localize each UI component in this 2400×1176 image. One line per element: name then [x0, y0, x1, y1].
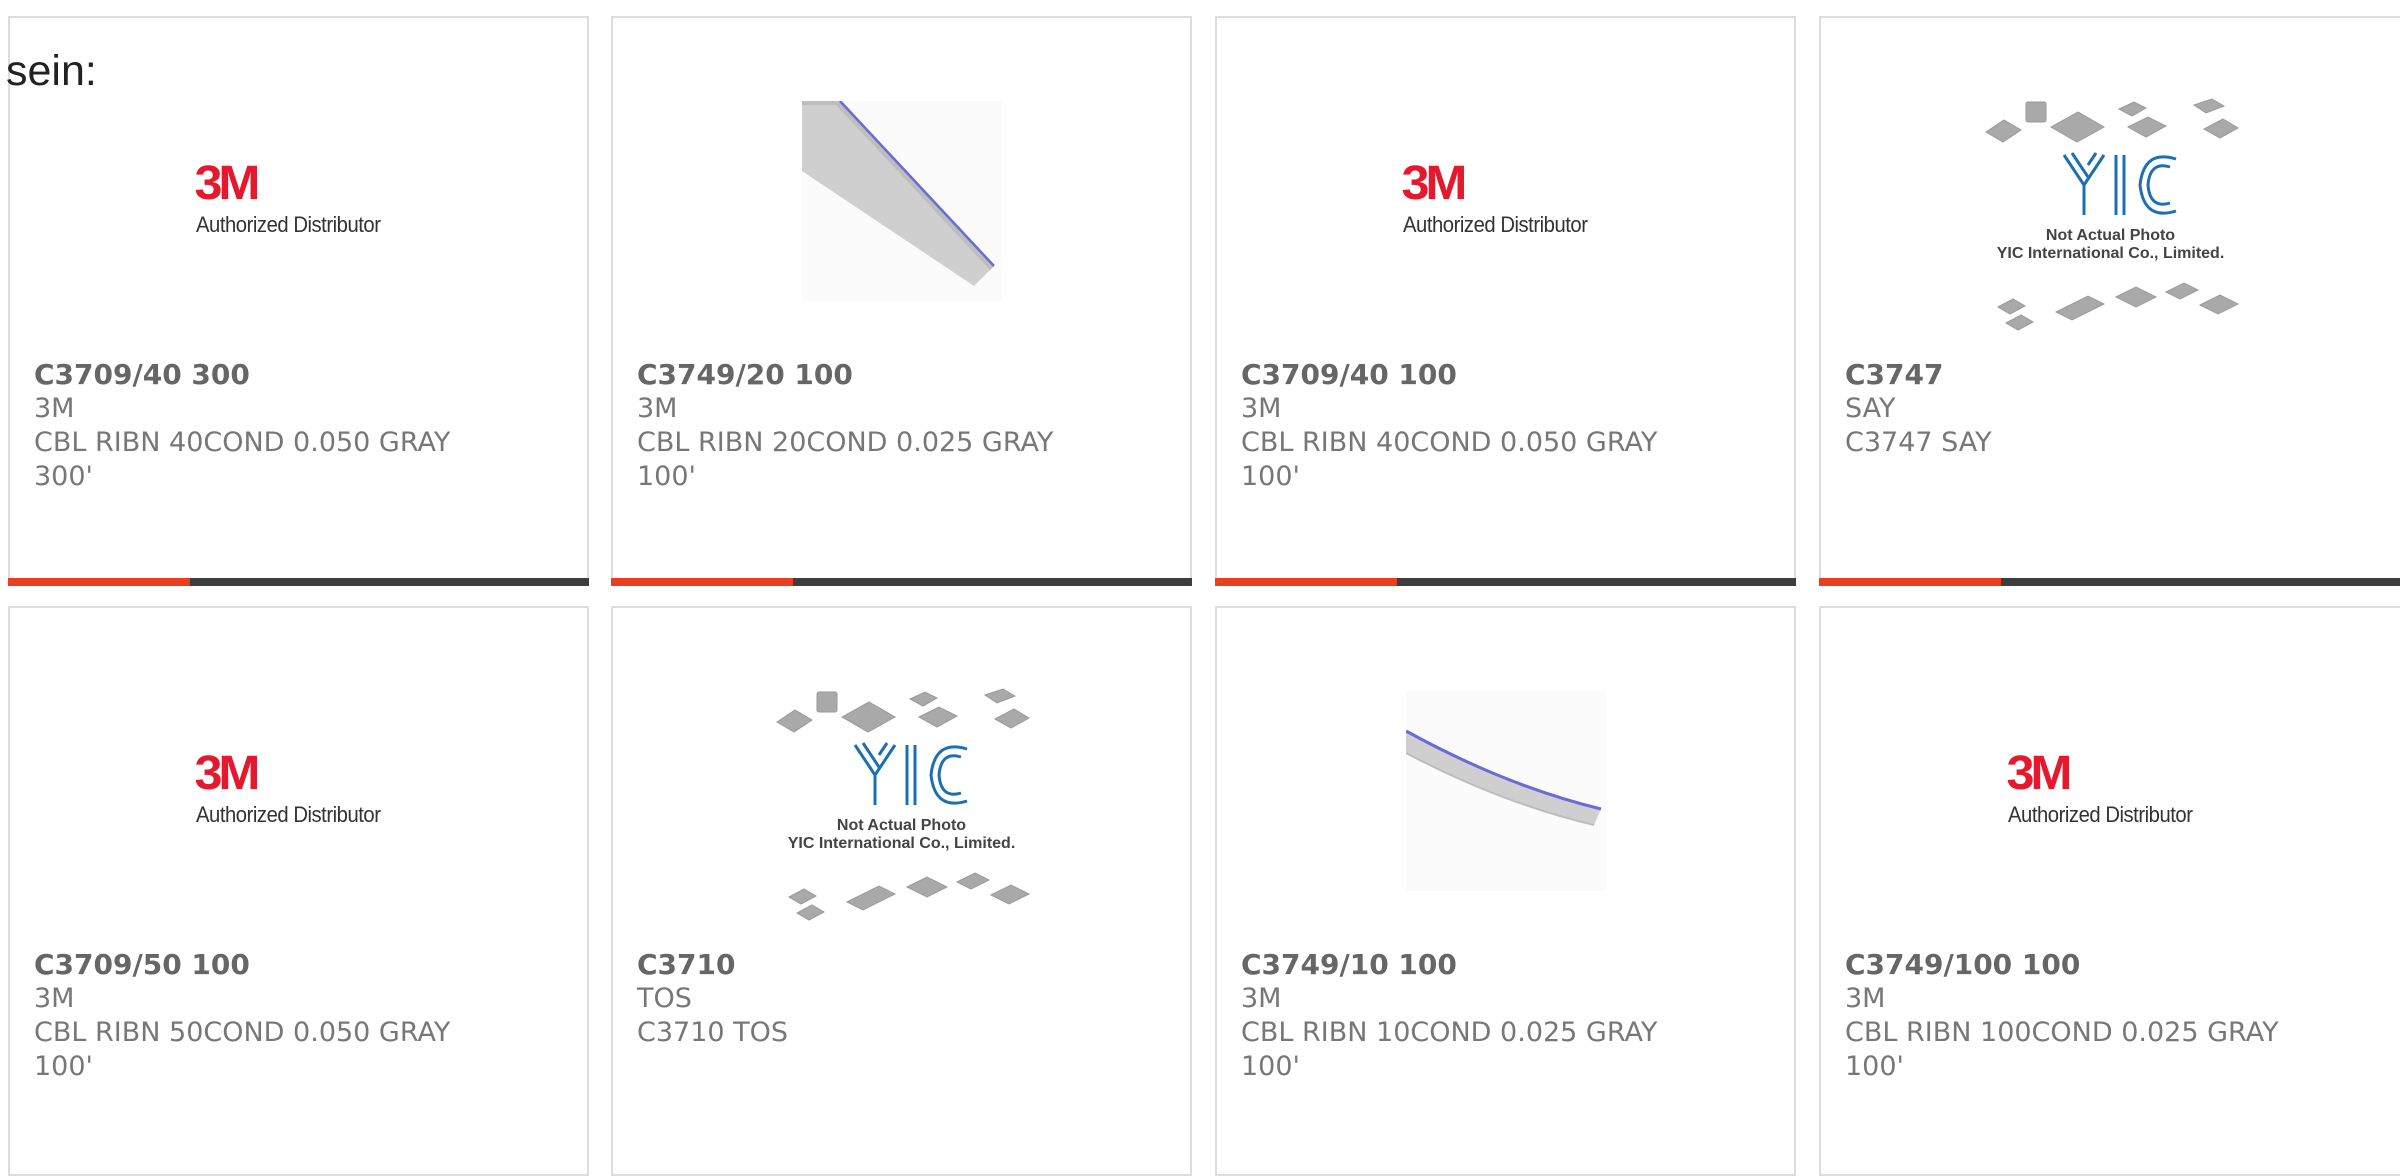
part-number-link[interactable]: C3710	[637, 948, 1174, 982]
card-accent-bar	[8, 578, 190, 586]
not-actual-photo-placeholder: Not Actual Photo YIC International Co., …	[767, 687, 1037, 927]
3m-logo-mark: 3M	[194, 157, 260, 210]
description: C3747 SAY	[1845, 427, 1992, 458]
manufacturer: 3M	[34, 393, 75, 424]
placeholder-line1: Not Actual Photo	[836, 817, 967, 834]
description: CBL RIBN 50COND 0.050 GRAY	[34, 1017, 451, 1048]
product-card[interactable]: 3M Authorized Distributor C3709/50 100 3…	[8, 606, 589, 1176]
product-image[interactable]	[613, 86, 1190, 316]
description: CBL RIBN 20COND 0.025 GRAY	[637, 427, 1054, 458]
part-number-link[interactable]: C3709/40 300	[34, 358, 571, 392]
product-meta: C3710 TOS C3710 TOS	[637, 948, 1174, 1050]
product-image[interactable]: Not Actual Photo YIC International Co., …	[613, 688, 1190, 922]
card-accent-bar	[1215, 578, 1397, 586]
card-accent-bar	[611, 578, 793, 586]
part-number-link[interactable]: C3749/20 100	[637, 358, 1174, 392]
product-image[interactable]: 3M Authorized Distributor	[1217, 88, 1794, 318]
product-meta: C3709/40 100 3M CBL RIBN 40COND 0.050 GR…	[1241, 358, 1778, 494]
part-number-link[interactable]: C3747	[1845, 358, 2384, 392]
description: CBL RIBN 10COND 0.025 GRAY	[1241, 1017, 1658, 1048]
part-number-link[interactable]: C3709/40 100	[1241, 358, 1778, 392]
3m-logo: 3M Authorized Distributor	[2006, 748, 2216, 838]
product-meta: C3749/10 100 3M CBL RIBN 10COND 0.025 GR…	[1241, 948, 1778, 1084]
ribbon-cable-image	[801, 101, 1002, 301]
part-number-link[interactable]: C3749/10 100	[1241, 948, 1778, 982]
product-card[interactable]: 3M Authorized Distributor C3709/40 100 3…	[1215, 16, 1796, 586]
product-card[interactable]: C3749/10 100 3M CBL RIBN 10COND 0.025 GR…	[1215, 606, 1796, 1176]
description-length: 100'	[1845, 1051, 1904, 1082]
manufacturer: TOS	[637, 983, 692, 1014]
description-length: 100'	[1241, 1051, 1300, 1082]
not-actual-photo-placeholder: Not Actual Photo YIC International Co., …	[1976, 97, 2246, 337]
manufacturer: 3M	[34, 983, 75, 1014]
description-length: 100'	[34, 1051, 93, 1082]
manufacturer: 3M	[1241, 983, 1282, 1014]
part-number-link[interactable]: C3749/100 100	[1845, 948, 2384, 982]
product-grid: 3M Authorized Distributor C3709/40 300 3…	[0, 0, 2400, 1176]
card-footer-bar	[1819, 578, 2400, 586]
card-footer-bar	[1215, 578, 1796, 586]
card-accent-bar	[1819, 578, 2001, 586]
3m-logo-mark: 3M	[2006, 747, 2072, 800]
3m-logo: 3M Authorized Distributor	[194, 748, 404, 838]
description-length: 100'	[637, 461, 696, 492]
product-card[interactable]: 3M Authorized Distributor C3749/100 100 …	[1819, 606, 2400, 1176]
product-meta: C3709/50 100 3M CBL RIBN 50COND 0.050 GR…	[34, 948, 571, 1084]
product-image[interactable]: Not Actual Photo YIC International Co., …	[1821, 98, 2400, 332]
manufacturer: 3M	[637, 393, 678, 424]
placeholder-line2: YIC International Co., Limited.	[1996, 245, 2225, 262]
description: C3710 TOS	[637, 1017, 789, 1048]
product-image[interactable]: 3M Authorized Distributor	[1821, 678, 2400, 908]
placeholder-line2: YIC International Co., Limited.	[787, 835, 1016, 852]
description: CBL RIBN 40COND 0.050 GRAY	[1241, 427, 1658, 458]
ribbon-cable-image	[1405, 691, 1606, 891]
product-image[interactable]: 3M Authorized Distributor	[10, 88, 587, 318]
part-number-link[interactable]: C3709/50 100	[34, 948, 571, 982]
product-card[interactable]: Not Actual Photo YIC International Co., …	[1819, 16, 2400, 586]
description: CBL RIBN 40COND 0.050 GRAY	[34, 427, 451, 458]
3m-logo: 3M Authorized Distributor	[194, 158, 404, 248]
3m-logo-mark: 3M	[194, 747, 260, 800]
product-meta: C3749/20 100 3M CBL RIBN 20COND 0.025 GR…	[637, 358, 1174, 494]
card-footer-bar	[8, 578, 589, 586]
3m-logo-tagline: Authorized Distributor	[195, 802, 381, 827]
product-card[interactable]: Not Actual Photo YIC International Co., …	[611, 606, 1192, 1176]
product-meta: C3749/100 100 3M CBL RIBN 100COND 0.025 …	[1845, 948, 2384, 1084]
placeholder-caption: Not Actual Photo YIC International Co., …	[767, 817, 1037, 853]
product-image[interactable]: 3M Authorized Distributor	[10, 678, 587, 908]
product-card[interactable]: 3M Authorized Distributor C3709/40 300 3…	[8, 16, 589, 586]
intro-text: sein:	[6, 47, 97, 95]
3m-logo-tagline: Authorized Distributor	[1402, 212, 1588, 237]
product-image[interactable]	[1217, 676, 1794, 906]
placeholder-line1: Not Actual Photo	[2045, 227, 2176, 244]
card-footer-bar	[611, 578, 1192, 586]
3m-logo-tagline: Authorized Distributor	[195, 212, 381, 237]
product-meta: C3747 SAY C3747 SAY	[1845, 358, 2384, 460]
description-length: 300'	[34, 461, 93, 492]
manufacturer: 3M	[1241, 393, 1282, 424]
product-card[interactable]: C3749/20 100 3M CBL RIBN 20COND 0.025 GR…	[611, 16, 1192, 586]
description: CBL RIBN 100COND 0.025 GRAY	[1845, 1017, 2279, 1048]
chip-placeholder-icon	[1984, 98, 2239, 331]
3m-logo-tagline: Authorized Distributor	[2007, 802, 2193, 827]
product-meta: C3709/40 300 3M CBL RIBN 40COND 0.050 GR…	[34, 358, 571, 494]
placeholder-caption: Not Actual Photo YIC International Co., …	[1976, 227, 2246, 263]
3m-logo: 3M Authorized Distributor	[1401, 158, 1611, 248]
manufacturer: 3M	[1845, 983, 1886, 1014]
description-length: 100'	[1241, 461, 1300, 492]
3m-logo-mark: 3M	[1401, 157, 1467, 210]
manufacturer: SAY	[1845, 393, 1896, 424]
chip-placeholder-icon	[775, 688, 1030, 921]
